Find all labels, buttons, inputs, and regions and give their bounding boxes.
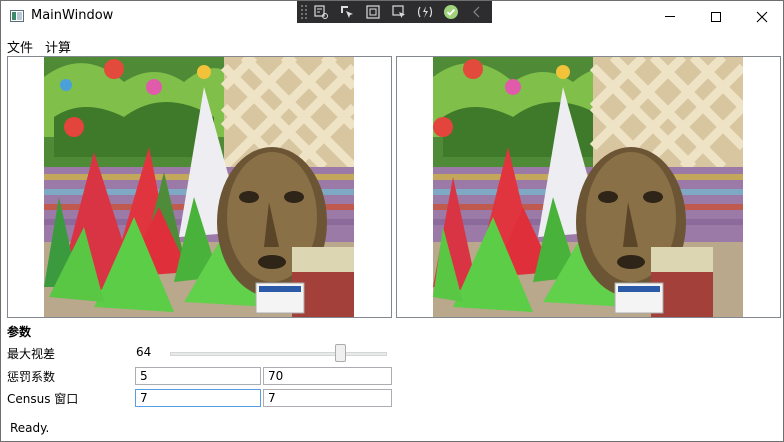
minimize-button[interactable] xyxy=(647,1,693,32)
census-height-input[interactable] xyxy=(263,389,392,407)
main-window: MainWindow 文件 计算 参数 最大视差 64 惩罚系数 5 70 Ce… xyxy=(0,0,784,442)
max-disparity-label: 最大视差 xyxy=(7,347,56,361)
status-text: Ready. xyxy=(10,421,50,435)
track-focus-icon xyxy=(392,5,405,18)
penalty-label: 惩罚系数 xyxy=(7,370,56,384)
binding-check-button[interactable] xyxy=(438,1,464,23)
left-stereo-image xyxy=(44,57,354,317)
menu-compute[interactable]: 计算 xyxy=(39,35,77,56)
app-icon xyxy=(10,10,24,22)
params-section-title: 参数 xyxy=(7,325,32,339)
debug-toolbar xyxy=(297,1,492,23)
penalty-p1-input[interactable] xyxy=(135,367,261,385)
slider-thumb[interactable] xyxy=(335,344,346,362)
live-visual-tree-button[interactable] xyxy=(308,1,334,23)
track-focus-button[interactable] xyxy=(386,1,412,23)
hot-reload-icon xyxy=(417,6,433,18)
minimize-icon xyxy=(665,16,675,17)
adorner-icon xyxy=(366,5,380,19)
left-image-pane xyxy=(7,56,392,318)
penalty-p2-input[interactable] xyxy=(263,367,392,385)
toolbar-grip-icon[interactable] xyxy=(300,4,308,20)
cursor-select-icon xyxy=(341,6,353,18)
collapse-toolbar-button[interactable] xyxy=(464,1,490,23)
maximize-button[interactable] xyxy=(693,1,739,32)
chevron-left-icon xyxy=(473,6,480,18)
window-title: MainWindow xyxy=(31,8,114,23)
check-circle-icon xyxy=(444,5,458,19)
menu-bar: 文件 计算 xyxy=(1,35,77,56)
right-stereo-image xyxy=(433,57,743,317)
max-disparity-slider[interactable] xyxy=(170,344,387,362)
menu-file[interactable]: 文件 xyxy=(1,35,39,56)
display-layout-adorners-button[interactable] xyxy=(360,1,386,23)
close-icon xyxy=(756,11,768,22)
max-disparity-value: 64 xyxy=(136,345,152,359)
census-window-label: Census 窗口 xyxy=(7,392,79,406)
census-width-input[interactable] xyxy=(135,389,261,407)
close-button[interactable] xyxy=(739,1,784,32)
right-image-pane xyxy=(396,56,781,318)
maximize-icon xyxy=(711,11,721,22)
select-element-button[interactable] xyxy=(334,1,360,23)
visual-tree-icon xyxy=(314,5,328,19)
slider-track[interactable] xyxy=(170,352,387,356)
hot-reload-button[interactable] xyxy=(412,1,438,23)
